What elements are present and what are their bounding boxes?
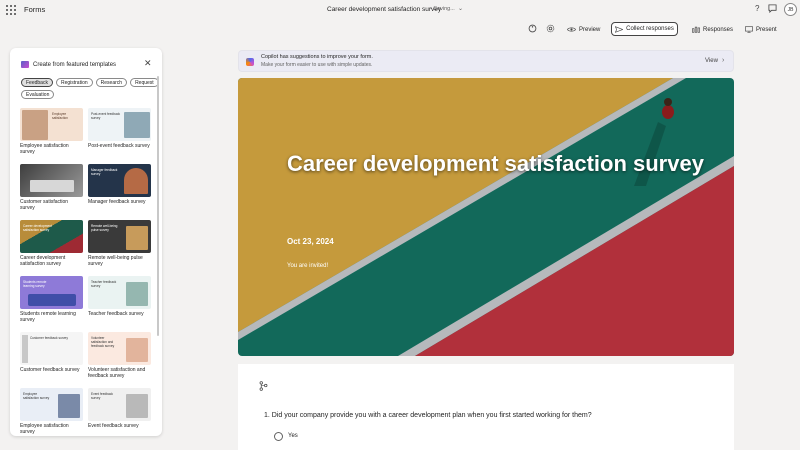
- option-label: Yes: [288, 433, 298, 439]
- template-label: Post-event feedback survey: [88, 143, 150, 149]
- template-thumbnail: Students remote learning survey: [20, 276, 83, 309]
- template-card[interactable]: Volunteer satisfaction and feedback surv…: [88, 332, 151, 388]
- template-card[interactable]: Manager feedback survey Manager feedback…: [88, 164, 151, 220]
- form-title[interactable]: Career development satisfaction survey: [287, 151, 704, 177]
- template-card[interactable]: Students remote learning survey Students…: [20, 276, 83, 332]
- close-icon[interactable]: ✕: [144, 58, 152, 69]
- collect-responses-button[interactable]: Collect responses: [611, 22, 678, 36]
- theme-icon[interactable]: [528, 24, 537, 35]
- chat-icon[interactable]: [768, 4, 777, 15]
- question-card[interactable]: 1. Did your company provide you with a c…: [238, 364, 734, 450]
- form-header-image: Career development satisfaction survey O…: [238, 78, 734, 356]
- hero-background: [238, 78, 734, 356]
- template-thumbnail: Post-event feedback survey: [88, 108, 151, 141]
- avatar[interactable]: JB: [784, 3, 797, 16]
- templates-panel: Create from featured templates ✕ Feedbac…: [10, 48, 162, 436]
- template-thumbnail: Teacher feedback survey: [88, 276, 151, 309]
- copilot-subtitle: Make your form easier to use with simple…: [261, 62, 373, 68]
- templates-grid: Employee satisfaction Employee satisfact…: [20, 108, 154, 436]
- responses-button[interactable]: Responses: [692, 23, 733, 36]
- template-label: Teacher feedback survey: [88, 311, 144, 317]
- responses-icon: [692, 26, 700, 33]
- form-description: You are invited!: [287, 263, 329, 269]
- copilot-view-button[interactable]: View: [705, 58, 718, 64]
- present-icon: [745, 26, 753, 33]
- preview-button[interactable]: Preview: [567, 23, 600, 36]
- chevron-down-icon[interactable]: ⌄: [458, 5, 463, 12]
- copilot-banner: Copilot has suggestions to improve your …: [238, 50, 734, 72]
- present-button[interactable]: Present: [745, 23, 777, 36]
- form-date: Oct 23, 2024: [287, 237, 334, 246]
- template-thumbnail: Remote well-being pulse survey: [88, 220, 151, 253]
- template-label: Employee satisfaction survey: [20, 423, 69, 436]
- collect-responses-label: Collect responses: [626, 26, 674, 32]
- filter-registration[interactable]: Registration: [55, 78, 93, 87]
- template-thumbnail: Employee satisfaction survey: [20, 388, 83, 421]
- filter-evaluation[interactable]: Evaluation: [21, 90, 55, 99]
- template-thumbnail: Customer feedback survey: [20, 332, 83, 365]
- template-card[interactable]: Customer feedback survey Customer feedba…: [20, 332, 83, 388]
- copilot-title: Copilot has suggestions to improve your …: [261, 54, 373, 60]
- question-text: 1. Did your company provide you with a c…: [264, 412, 592, 419]
- templates-icon: [21, 61, 29, 68]
- template-thumbnail: Employee satisfaction: [20, 108, 83, 141]
- option-radio[interactable]: [274, 432, 283, 441]
- template-thumbnail: [20, 164, 83, 197]
- template-thumbnail: Career development satisfaction survey: [20, 220, 83, 253]
- app-name[interactable]: Forms: [24, 5, 45, 14]
- app-launcher-icon[interactable]: [6, 5, 16, 15]
- template-label: Employee satisfaction survey: [20, 143, 69, 156]
- top-bar: Forms Career development satisfaction su…: [0, 0, 800, 20]
- present-label: Present: [756, 26, 777, 33]
- template-thumbnail: Volunteer satisfaction and feedback surv…: [88, 332, 151, 365]
- template-label: Volunteer satisfaction and feedback surv…: [88, 367, 146, 380]
- panel-header: Create from featured templates: [21, 61, 116, 68]
- template-card[interactable]: Event feedback survey Event feedback sur…: [88, 388, 151, 436]
- branching-icon[interactable]: [259, 381, 268, 393]
- chevron-right-icon: ›: [722, 57, 725, 64]
- template-label: Manager feedback survey: [88, 199, 146, 205]
- template-card[interactable]: Employee satisfaction survey Employee sa…: [20, 388, 83, 436]
- filter-feedback[interactable]: Feedback: [21, 78, 53, 87]
- template-thumbnail: Event feedback survey: [88, 388, 151, 421]
- template-label: Customer feedback survey: [20, 367, 80, 373]
- template-card[interactable]: Remote well-being pulse survey Remote we…: [88, 220, 151, 276]
- filter-pills: Feedback Registration Research Request E…: [21, 78, 161, 99]
- filter-request[interactable]: Request: [130, 78, 159, 87]
- template-thumbnail: Manager feedback survey: [88, 164, 151, 197]
- help-icon[interactable]: ?: [755, 4, 759, 13]
- settings-icon[interactable]: [546, 24, 555, 35]
- template-label: Remote well-being pulse survey: [88, 255, 143, 268]
- document-title[interactable]: Career development satisfaction survey: [327, 6, 441, 13]
- template-card[interactable]: Customer satisfaction survey: [20, 164, 83, 220]
- panel-title: Create from featured templates: [33, 61, 117, 68]
- copilot-icon: [246, 58, 254, 66]
- responses-label: Responses: [703, 26, 734, 33]
- template-card[interactable]: Employee satisfaction Employee satisfact…: [20, 108, 83, 164]
- template-card[interactable]: Post-event feedback survey Post-event fe…: [88, 108, 151, 164]
- send-icon: [615, 25, 624, 33]
- eye-icon: [567, 27, 576, 32]
- filter-research[interactable]: Research: [95, 78, 128, 87]
- walking-person: [662, 105, 674, 119]
- template-card[interactable]: Career development satisfaction survey C…: [20, 220, 83, 276]
- preview-label: Preview: [579, 26, 601, 33]
- save-status: - Saving...: [430, 6, 455, 12]
- template-card[interactable]: Teacher feedback survey Teacher feedback…: [88, 276, 151, 332]
- template-label: Event feedback survey: [88, 423, 139, 429]
- template-label: Students remote learning survey: [20, 311, 76, 324]
- template-label: Career development satisfaction survey: [20, 255, 66, 268]
- template-label: Customer satisfaction survey: [20, 199, 69, 212]
- panel-scrollbar[interactable]: [157, 76, 159, 336]
